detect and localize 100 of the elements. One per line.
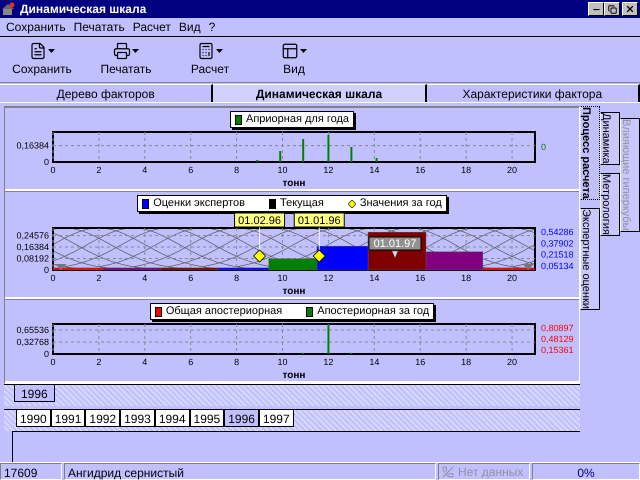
range-marker-icon [55,264,67,270]
toolbar-button[interactable]: Сохранить [10,42,74,78]
document-icon [29,42,47,60]
legend-label: Текущая [280,196,324,212]
side-tab[interactable]: Динамика [600,112,620,165]
right-axis-label: 0,48129 [541,334,574,344]
year-tab[interactable]: 1996 [14,385,55,402]
toolbar-button[interactable]: Расчет [178,42,242,78]
y-axis-label: 0,08192 [16,254,49,264]
x-axis-label: 2 [96,273,102,283]
year-tab[interactable]: 1992 [85,410,120,427]
x-axis-label: 16 [415,357,426,367]
spike-bar [302,139,304,162]
spike-bar [350,147,352,162]
range-marker-icon [522,264,534,270]
x-axis-label: 4 [142,357,148,367]
status-data: Нет данных [438,463,530,480]
x-axis-label: 6 [188,273,194,283]
x-axis-label: 20 [507,273,518,283]
year-tab[interactable]: 1995 [190,410,224,427]
menu-item[interactable]: Сохранить [2,18,70,36]
right-axis-label: 0,54286 [541,227,574,237]
diamond-marker-icon [312,249,326,263]
right-axis-label: 0,37902 [541,238,574,248]
restore-icon [608,4,616,14]
caret-icon [216,48,223,52]
x-axis-label: 8 [234,165,240,175]
legend-label: Оценки экспертов [153,196,246,212]
y-axis-label: 0,32768 [16,337,49,347]
tab[interactable]: Характеристики фактора [426,84,640,102]
close-button[interactable] [622,2,638,16]
caret-icon [132,48,139,52]
status-substance: Ангидрид сернистый [64,463,436,480]
side-tab[interactable]: Метрология [600,172,620,236]
menu-item[interactable]: Печатать [70,18,129,36]
year-tab[interactable]: 1997 [258,410,294,427]
year-tab[interactable]: 1993 [120,410,155,427]
menu-item[interactable]: ? [204,18,220,36]
toolbar-button[interactable]: Печатать [94,42,158,78]
restore-button[interactable] [604,2,620,16]
status-code: 17609 [0,463,62,480]
diamond-marker-icon [253,249,266,263]
window-icon [281,42,299,60]
annotation: 01.02.96 [238,215,281,227]
x-axis-label: 18 [461,165,472,175]
x-axis-label: 18 [461,273,472,283]
year-tab[interactable]: 1996 [224,410,259,427]
x-axis-label: 14 [369,357,380,367]
date-callout: 01.01.97 [368,236,422,250]
tab[interactable]: Динамическая шкала [213,84,427,102]
toolbar-button[interactable]: Вид [262,42,326,78]
year-tab[interactable]: 1991 [50,410,86,427]
x-axis-label: 4 [142,273,148,283]
right-axis-label: 0,05134 [541,261,574,271]
leader-line [259,226,260,250]
x-axis-label: 0 [50,165,56,175]
date-callout: 01.02.96 [234,212,286,228]
window-title: Динамическая шкала [20,1,148,18]
x-axis-label: 18 [461,357,472,367]
x-axis-label: 10 [278,273,288,283]
right-axis-label: 0,21518 [541,250,574,260]
legend-label: Априорная для года [246,112,350,128]
spike-bar [279,151,282,162]
x-axis-label: 8 [234,273,240,283]
caret-icon [48,48,55,52]
x-axis-label: 12 [323,357,334,367]
y-axis-label: 0 [44,349,49,359]
calculator-icon [197,42,215,60]
right-axis-label: 0 [541,142,546,152]
annotation: 01.01.96 [298,215,341,227]
right-axis-label: 0,15361 [541,345,574,355]
year-tab[interactable]: 1990 [16,410,51,427]
spike-bar [376,158,378,162]
side-tab[interactable]: Экспертные оценки [580,208,600,310]
x-axis-label: 16 [415,165,426,175]
legend-label: Общая апостериорная [166,304,282,320]
legend-label: Значения за год [360,196,442,212]
x-axis-title: тонн [282,178,306,189]
y-axis-label: 0,24576 [16,230,49,241]
x-axis-label: 6 [188,165,194,175]
x-axis-title: тонн [282,286,306,297]
x-axis-label: 12 [323,165,334,175]
x-axis-label: 20 [507,165,518,175]
x-axis-label: 16 [415,273,426,283]
x-axis-label: 6 [188,357,194,367]
x-axis-label: 14 [369,273,380,283]
menu-item[interactable]: Расчет [128,18,175,36]
menu-item[interactable]: Вид [174,18,205,36]
no-data-icon [442,466,454,478]
down-arrow-icon [392,250,398,258]
leader-line [318,226,320,250]
legend-label: Апостериорная за год [317,304,430,320]
side-tab[interactable]: Процесс расчета [580,106,600,200]
minimize-button[interactable] [588,2,604,16]
y-axis-label: 0,65536 [16,325,49,336]
app-icon [2,2,16,16]
year-tab[interactable]: 1994 [154,410,190,427]
x-axis-label: 14 [369,165,380,175]
spike-bar [327,135,330,162]
x-axis-label: 8 [234,357,240,367]
